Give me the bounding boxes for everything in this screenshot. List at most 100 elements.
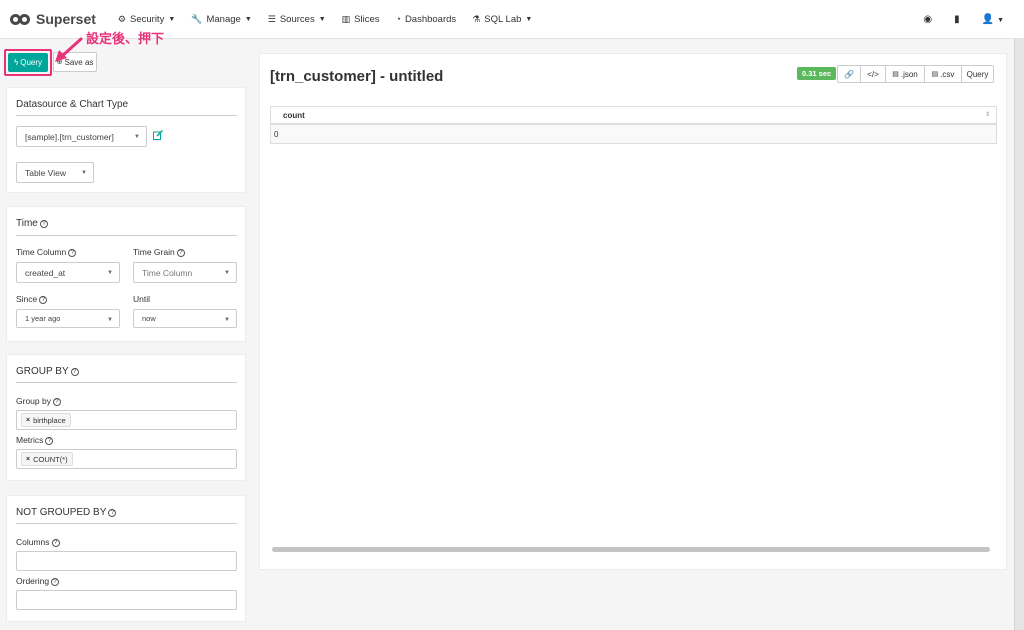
dashboard-icon: ◔ [395,14,401,24]
time-panel-title: Time [16,218,38,229]
group-by-tag: × birthplace [21,413,71,427]
help-icon[interactable]: ? [52,398,61,406]
time-column-select[interactable]: created_at ▼ [16,262,120,283]
panel-title: Datasource & Chart Type [16,99,129,110]
viz-type-select[interactable]: Table View ▼ [16,162,94,183]
nav-item-sources[interactable]: ☰ Sources ▼ [268,14,326,25]
since-select[interactable]: 1 year ago ▼ [16,309,120,328]
help-icon[interactable]: ? [108,509,117,517]
csv-button[interactable]: ▤ .csv [924,65,962,83]
nav-item-label: Sources [279,13,315,25]
table-row: 0 [271,125,996,143]
panel-title: GROUP BY? [16,366,79,377]
chart-title: [trn_customer] - untitled [270,68,444,85]
nav-item-dashboards[interactable]: ◔ Dashboards [396,14,457,25]
flask-icon: ⚗ [472,13,481,24]
tag-label: COUNT(*) [33,454,68,464]
caret-down-icon: ▼ [134,134,140,140]
groupby-panel-title: GROUP BY [16,366,69,377]
caret-down-icon: ▼ [224,317,230,323]
user-icon[interactable]: 👤 ▼ [982,14,1004,25]
not-grouped-panel: NOT GROUPED BY? Columns? Ordering? [6,495,246,622]
metrics-multiselect[interactable]: × COUNT(*) [16,449,237,469]
caret-down-icon: ▼ [107,270,113,276]
nav-item-manage[interactable]: 🔧 Manage ▼ [191,14,252,25]
sort-icon: ⇕ [984,112,990,118]
ordering-multiselect[interactable] [16,590,237,610]
file-icon: ▤ [892,71,899,78]
brand[interactable]: Superset [10,11,96,27]
metrics-label-text: Metrics [16,435,44,445]
caret-down-icon: ▼ [224,270,230,276]
chart-actions: 🔗 </> ▤ .json ▤ .csv Query [837,65,994,83]
nav-item-security[interactable]: ⚙ Security ▼ [118,14,175,25]
query-button[interactable]: ϟ Query [8,53,48,72]
horizontal-scrollbar[interactable] [272,547,990,552]
table-header-cell[interactable]: count ⇕ [271,107,996,125]
view-query-button[interactable]: Query [961,65,994,83]
help-icon[interactable]: ? [70,368,79,376]
time-column-value: created_at [25,267,66,278]
divider [16,115,237,116]
nav-item-slices[interactable]: ▥ Slices [342,14,380,25]
edit-icon[interactable] [153,130,163,140]
cogs-icon: ⚙ [117,13,126,24]
viz-type-value: Table View [25,167,66,178]
nav-item-label: Manage [206,13,241,25]
help-icon[interactable]: ? [51,578,60,586]
copy-link-button[interactable]: 🔗 [837,65,861,83]
bar-chart-icon: ▥ [341,13,351,24]
link-icon: 🔗 [844,69,854,79]
group-by-multiselect[interactable]: × birthplace [16,410,237,430]
chevron-down-icon: ▼ [168,15,176,23]
datasource-select[interactable]: [sample].[trn_customer] ▼ [16,126,147,147]
help-icon[interactable]: ? [51,539,60,547]
chevron-down-icon: ▼ [318,15,326,23]
time-grain-value: Time Column [142,267,193,278]
ordering-label: Ordering? [16,576,60,586]
view-query-label: Query [966,69,989,79]
help-icon[interactable]: ? [176,249,185,257]
scrollbar-track[interactable] [1014,39,1024,630]
until-label: Until [133,294,151,304]
nav-item-label: Slices [354,13,380,25]
chevron-down-icon: ▼ [525,15,533,23]
query-time-badge: 0.31 sec [797,67,837,80]
help-icon[interactable]: ? [45,437,54,445]
metrics-label: Metrics? [16,435,54,445]
column-header-label: count [283,110,305,120]
help-icon[interactable]: ? [39,220,48,228]
time-grain-select[interactable]: Time Column ▼ [133,262,237,283]
file-icon: ▤ [931,71,939,78]
tag-label: birthplace [33,415,66,425]
chevron-down-icon: ▼ [244,15,252,23]
remove-tag-icon[interactable]: × [26,417,30,424]
query-button-label: Query [20,58,43,67]
help-icon[interactable]: ? [68,249,77,257]
group-by-label: Group by? [16,396,61,406]
columns-multiselect[interactable] [16,551,237,571]
github-icon[interactable]: ◉ [923,14,932,25]
data-table: count ⇕ 0 [270,106,997,144]
chart-panel: [trn_customer] - untitled 0.31 sec 🔗 </>… [259,53,1007,570]
json-button[interactable]: ▤ .json [885,65,925,83]
csv-label: .csv [940,69,955,79]
code-icon: </> [867,69,879,79]
not-grouped-panel-title: NOT GROUPED BY [16,507,107,518]
divider [16,382,237,383]
embed-code-button[interactable]: </> [860,65,886,83]
divider [16,523,237,524]
nav-item-label: SQL Lab [484,13,522,25]
until-select[interactable]: now ▼ [133,309,237,328]
book-icon[interactable]: ▮ [954,14,960,25]
json-label: .json [900,69,918,79]
remove-tag-icon[interactable]: × [26,456,30,463]
datasource-value: [sample].[trn_customer] [25,131,114,142]
since-label: Since? [16,294,48,304]
bolt-icon: ϟ [13,58,19,67]
caret-down-icon: ▼ [107,317,113,323]
help-icon[interactable]: ? [39,296,48,304]
chevron-down-icon: ▼ [997,17,1004,24]
time-column-label: Time Column? [16,247,77,257]
nav-item-sql-lab[interactable]: ⚗ SQL Lab ▼ [472,14,532,25]
